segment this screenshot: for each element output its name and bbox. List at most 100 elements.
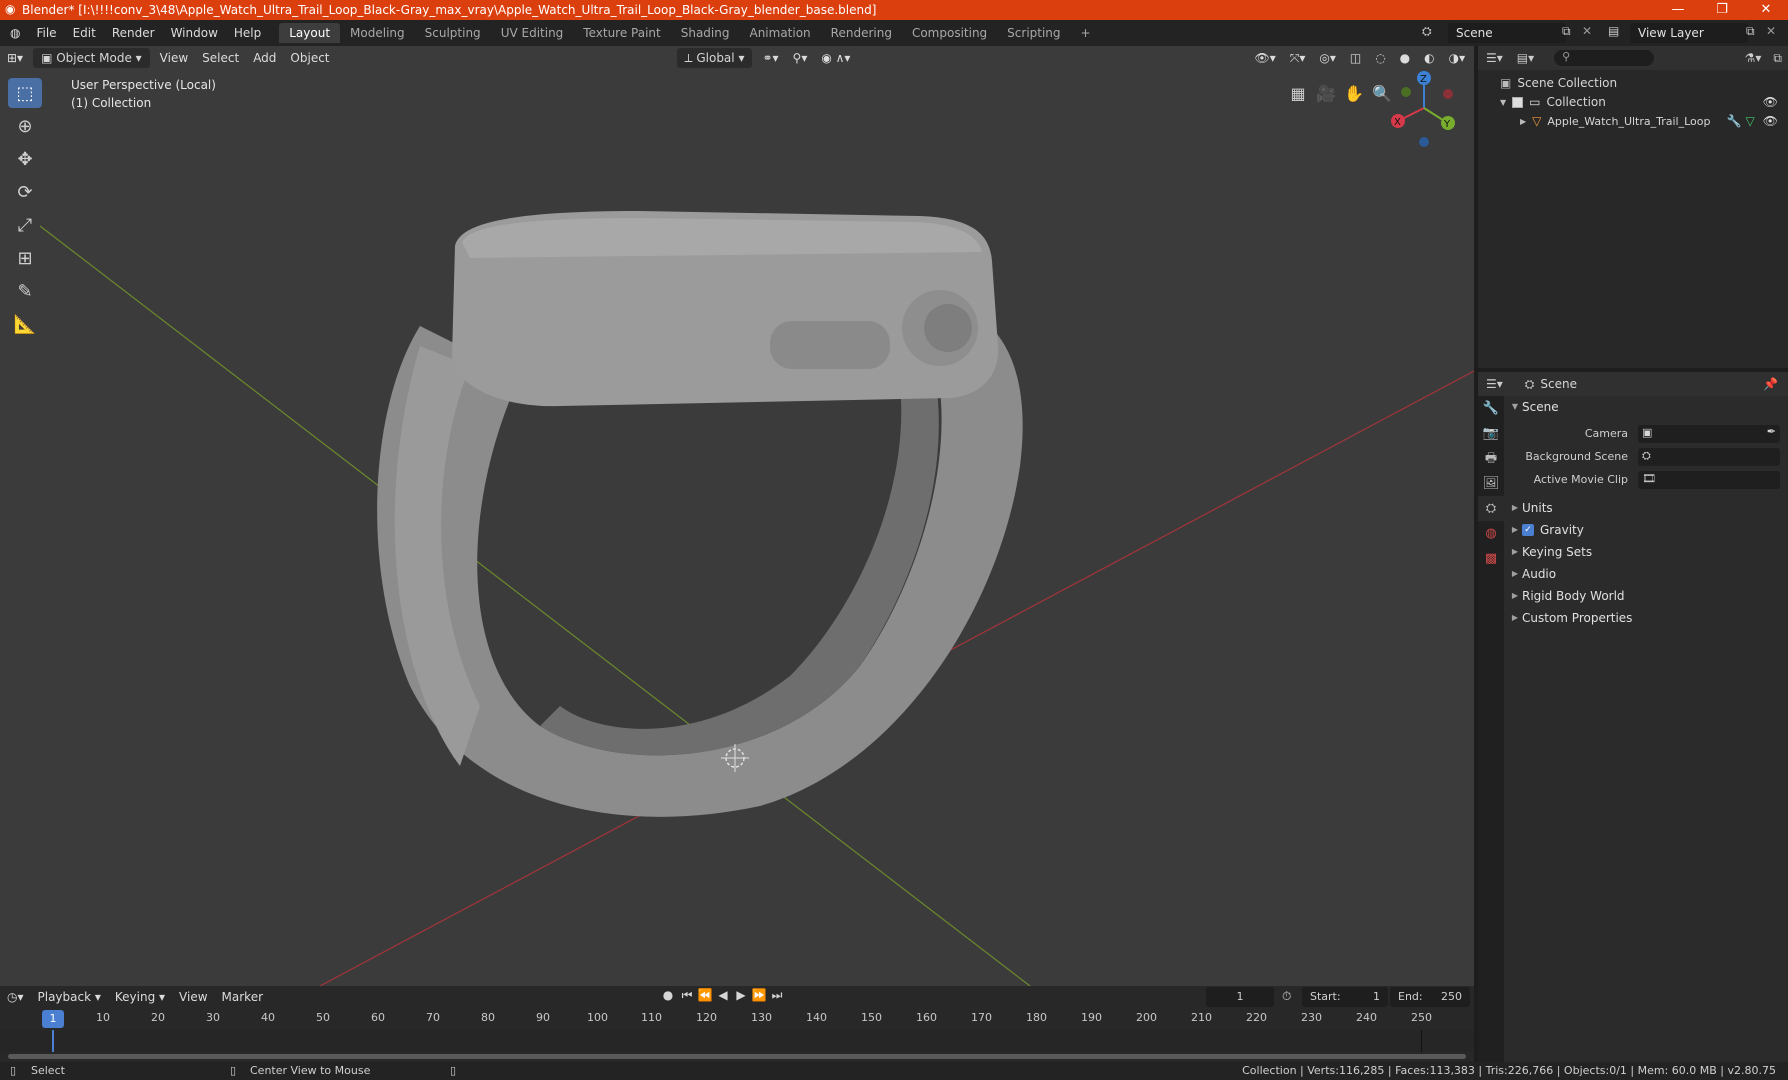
timeline-track-area[interactable] (0, 1030, 1474, 1052)
modifier-wrench-icon[interactable]: 🔧 (1727, 112, 1742, 131)
pivot-icon[interactable]: ⚭▾ (755, 48, 785, 68)
overlay-toggle-icon[interactable]: ◎▾ (1312, 48, 1343, 68)
menu-render[interactable]: Render (104, 20, 163, 46)
play-button[interactable]: ▶ (732, 988, 750, 1003)
grid-view-icon[interactable]: ▦ (1284, 80, 1312, 108)
active-movie-clip-field[interactable]: 🎞 (1638, 470, 1780, 489)
rendered-shading-icon[interactable]: ◑▾ (1442, 48, 1473, 68)
eyedropper-icon[interactable]: ✒ (1767, 425, 1780, 438)
new-view-layer-icon[interactable]: ⧉ (1746, 24, 1755, 39)
timeline-menu-keying[interactable]: Keying ▾ (108, 987, 172, 1007)
tab-compositing[interactable]: Compositing (902, 23, 997, 43)
jump-end-button[interactable]: ⏭ (768, 988, 786, 1003)
scene-name-field[interactable]: Scene (1448, 23, 1566, 43)
transform-tool[interactable]: ⊞ (8, 243, 42, 273)
current-frame-field[interactable]: 1 (1206, 987, 1274, 1007)
outliner-collection[interactable]: ▼ ▭ Collection 👁 (1478, 93, 1788, 112)
blender-menu-icon[interactable]: ◍ (0, 26, 28, 40)
custom-properties-panel-header[interactable]: ▶ Custom Properties (1508, 607, 1788, 629)
new-collection-icon[interactable]: ⧉ (1767, 51, 1788, 66)
collapse-arrow-icon[interactable]: ▶ (1520, 112, 1526, 131)
zoom-icon[interactable]: 🔍 (1368, 80, 1396, 108)
camera-field[interactable]: ▣ ✒ (1638, 424, 1780, 443)
orientation-dropdown[interactable]: ⟂ Global ▾ (676, 48, 753, 68)
tab-layout[interactable]: Layout (279, 23, 341, 43)
outliner-object[interactable]: ▶ ▽ Apple_Watch_Ultra_Trail_Loop 🔧 ▽ 👁 (1478, 112, 1788, 131)
menu-window[interactable]: Window (163, 20, 226, 46)
render-tab-icon[interactable]: 📷 (1478, 421, 1504, 446)
view-layer-tab-icon[interactable]: 🖼 (1478, 471, 1504, 496)
viewport-menu-view[interactable]: View (153, 48, 195, 68)
units-panel-header[interactable]: ▶ Units (1508, 497, 1788, 519)
scene-panel-header[interactable]: ▼ Scene (1508, 396, 1788, 418)
move-tool[interactable]: ✥ (8, 144, 42, 174)
select-box-tool[interactable]: ⬚ (8, 78, 42, 108)
annotate-tool[interactable]: ✎ (8, 276, 42, 306)
visibility-icon[interactable]: 👁▾ (1247, 48, 1282, 68)
add-workspace-button[interactable]: + (1071, 23, 1101, 43)
end-frame-field[interactable]: End: 250 (1390, 987, 1470, 1007)
outliner-editor-type-icon[interactable]: ☰▾ (1478, 51, 1511, 65)
scene-tab-icon[interactable]: ⛭ (1478, 496, 1504, 521)
solid-shading-icon[interactable]: ● (1393, 48, 1417, 68)
frame-ruler[interactable]: 1 10 20 30 40 50 60 70 80 90 100 110 120… (0, 1008, 1474, 1030)
scale-tool[interactable]: ⤢ (8, 210, 42, 240)
viewport-menu-select[interactable]: Select (195, 48, 246, 68)
tab-scripting[interactable]: Scripting (997, 23, 1070, 43)
tab-texture-paint[interactable]: Texture Paint (573, 23, 670, 43)
start-frame-field[interactable]: Start: 1 (1302, 987, 1388, 1007)
pan-hand-icon[interactable]: ✋ (1340, 80, 1368, 108)
close-button[interactable]: ✕ (1744, 0, 1788, 20)
tab-uv-editing[interactable]: UV Editing (491, 23, 574, 43)
xray-icon[interactable]: ◫ (1343, 48, 1368, 68)
cursor-tool[interactable]: ⊕ (8, 111, 42, 141)
collection-checkbox[interactable] (1512, 97, 1524, 108)
pin-icon[interactable]: 📌 (1763, 377, 1788, 391)
stopwatch-icon[interactable]: ⏱ (1282, 989, 1291, 1004)
menu-help[interactable]: Help (226, 20, 269, 46)
rotate-tool[interactable]: ⟳ (8, 177, 42, 207)
measure-tool[interactable]: 📐 (8, 309, 42, 339)
snap-icon[interactable]: ⚲▾ (786, 48, 815, 68)
outliner-search-input[interactable]: ⚲ (1554, 50, 1655, 66)
world-tab-icon[interactable]: ◍ (1478, 521, 1504, 546)
timeline-scrollbar[interactable] (8, 1054, 1466, 1059)
camera-view-icon[interactable]: 🎥 (1312, 80, 1340, 108)
wireframe-shading-icon[interactable]: ◌ (1368, 48, 1392, 68)
view-layer-field[interactable]: View Layer (1630, 23, 1748, 43)
background-scene-field[interactable]: ⛭ (1638, 447, 1780, 466)
properties-editor-type-icon[interactable]: ☰▾ (1478, 377, 1511, 391)
delete-scene-icon[interactable]: ✕ (1582, 24, 1592, 38)
keying-sets-panel-header[interactable]: ▶ Keying Sets (1508, 541, 1788, 563)
minimize-button[interactable]: — (1656, 0, 1700, 20)
viewport-menu-object[interactable]: Object (283, 48, 336, 68)
expand-arrow-icon[interactable]: ▼ (1500, 93, 1506, 112)
new-scene-icon[interactable]: ⧉ (1562, 24, 1571, 39)
outliner-scene-collection[interactable]: ▣ Scene Collection (1478, 74, 1788, 93)
gizmo-x-label[interactable]: X (1394, 117, 1401, 128)
texture-tab-icon[interactable]: ▩ (1478, 546, 1504, 571)
gravity-panel-header[interactable]: ▶ ✓ Gravity (1508, 519, 1788, 541)
delete-view-layer-icon[interactable]: ✕ (1766, 24, 1776, 38)
restore-button[interactable]: ❐ (1700, 0, 1744, 20)
audio-panel-header[interactable]: ▶ Audio (1508, 563, 1788, 585)
rigid-body-world-panel-header[interactable]: ▶ Rigid Body World (1508, 585, 1788, 607)
viewport-scene[interactable]: Z X Y (0, 46, 1474, 986)
timeline-menu-marker[interactable]: Marker (215, 987, 270, 1007)
object-eye-icon[interactable]: 👁 (1763, 112, 1778, 131)
play-reverse-button[interactable]: ◀ (714, 988, 732, 1003)
tab-shading[interactable]: Shading (671, 23, 740, 43)
editor-type-icon[interactable]: ⊞▾ (0, 48, 30, 68)
view-layer-icon[interactable]: ▤ (1608, 24, 1619, 38)
menu-file[interactable]: File (28, 20, 64, 46)
prev-keyframe-button[interactable]: ⏪ (696, 988, 714, 1003)
tab-animation[interactable]: Animation (739, 23, 820, 43)
tab-rendering[interactable]: Rendering (821, 23, 902, 43)
timeline-editor-type-icon[interactable]: ◷▾ (0, 987, 31, 1007)
next-keyframe-button[interactable]: ⏩ (750, 988, 768, 1003)
jump-start-button[interactable]: ⏮ (678, 988, 696, 1003)
filter-icon[interactable]: ⚗▾ (1739, 51, 1768, 65)
gizmo-z-label[interactable]: Z (1420, 74, 1427, 85)
outliner-display-mode-icon[interactable]: ▤▾ (1511, 51, 1540, 65)
scene-icon[interactable]: ⛭ (1422, 24, 1432, 39)
